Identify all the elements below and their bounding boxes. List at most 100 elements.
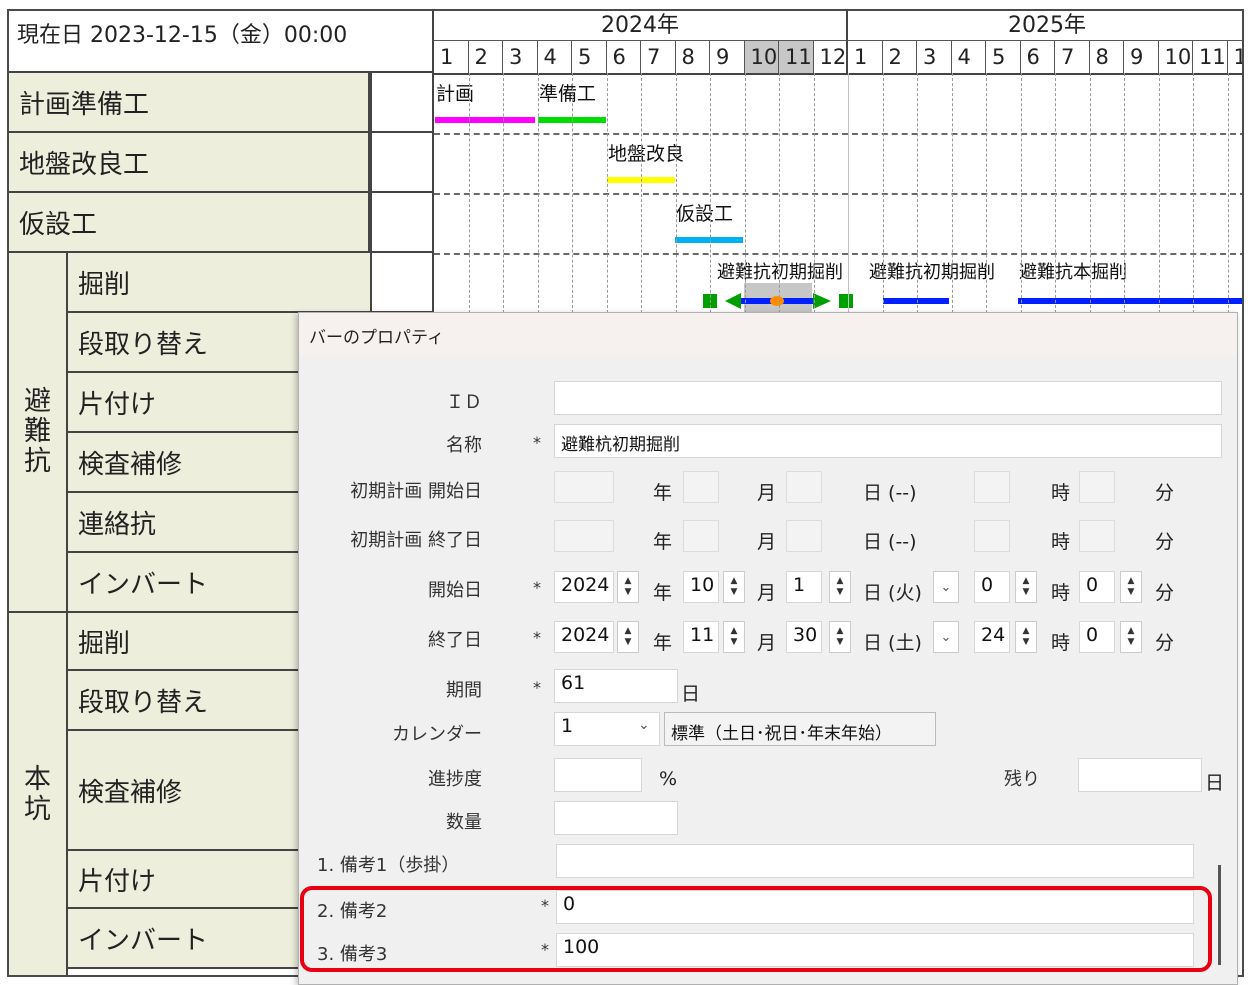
- period-field[interactable]: 61: [554, 669, 678, 703]
- grid-line: [1158, 73, 1160, 313]
- row-label: 片付け: [78, 389, 157, 420]
- end-hour-field[interactable]: 24: [974, 621, 1010, 653]
- label-name: 名称: [446, 435, 482, 456]
- initial-end-minute[interactable]: [1079, 520, 1115, 552]
- month-header-2024-3: 3: [503, 41, 538, 73]
- initial-start-month[interactable]: [683, 471, 719, 503]
- grid-line: [1020, 73, 1022, 313]
- initial-end-month[interactable]: [683, 520, 719, 552]
- name-field[interactable]: 避難杭初期掘削: [554, 424, 1222, 458]
- month-header-2024-1: 1: [434, 41, 469, 73]
- start-minute-field[interactable]: 0: [1079, 571, 1115, 603]
- end-weekday: 日 (土): [863, 632, 922, 654]
- bar-hinan-initial-2[interactable]: [883, 298, 949, 304]
- start-day-spinner[interactable]: ▲ ▼: [829, 571, 851, 603]
- unit-minute: 分: [1155, 632, 1175, 654]
- start-day-field[interactable]: 1: [786, 571, 822, 603]
- highlight-annotation-box: [300, 886, 1212, 972]
- dialog-title: バーのプロパティ: [299, 313, 1237, 357]
- unit-hour: 時: [1051, 582, 1071, 604]
- bar-label-hinan-main: 避難抗本掘削: [1019, 262, 1127, 283]
- end-day-field[interactable]: 30: [786, 621, 822, 653]
- unit-minute: 分: [1155, 582, 1175, 604]
- move-left-arrow[interactable]: [725, 293, 741, 309]
- month-header-2025-1: 1: [848, 41, 883, 73]
- row-label: 掘削: [78, 269, 131, 300]
- label-quantity: 数量: [446, 812, 482, 833]
- start-hour-field[interactable]: 0: [974, 571, 1010, 603]
- month-header-2025-10: 10: [1159, 41, 1193, 73]
- row-hinan-item[interactable]: 掘削: [68, 253, 370, 313]
- label-remaining: 残り: [1004, 769, 1040, 790]
- required-mark: *: [533, 628, 541, 647]
- bar-keikaku[interactable]: [435, 117, 535, 123]
- row-label: 連絡抗: [78, 509, 157, 540]
- bar-hinan-main[interactable]: [1018, 298, 1242, 304]
- end-hour-spinner[interactable]: ▲ ▼: [1015, 621, 1037, 653]
- grid-line: [848, 73, 849, 313]
- initial-start-minute[interactable]: [1079, 471, 1115, 503]
- start-weekday-dropdown[interactable]: ⌄: [933, 571, 959, 603]
- id-field[interactable]: [554, 381, 1222, 415]
- current-date-label: 現在日 2023-12-15（金）00:00: [9, 11, 434, 73]
- end-month-spinner[interactable]: ▲ ▼: [723, 621, 745, 653]
- end-minute-field[interactable]: 0: [1079, 621, 1115, 653]
- bar-hinan-initial-selected[interactable]: [703, 292, 853, 310]
- month-header-2024-2: 2: [469, 41, 503, 73]
- row-label: インバート: [78, 569, 209, 600]
- year-2024-header: 2024年: [434, 11, 848, 41]
- group-hon-ko[interactable]: 本坑: [9, 613, 68, 975]
- row-label: 検査補修: [78, 777, 183, 808]
- note1-field[interactable]: [556, 844, 1194, 878]
- start-minute-spinner[interactable]: ▲ ▼: [1120, 571, 1142, 603]
- month-header-2024-12: 12: [814, 41, 848, 73]
- bar-label-jiban: 地盤改良: [608, 143, 685, 165]
- bar-label-kasetsu: 仮設工: [676, 203, 734, 225]
- end-year-spinner[interactable]: ▲ ▼: [617, 621, 639, 653]
- move-right-arrow[interactable]: [813, 293, 831, 309]
- end-weekday-dropdown[interactable]: ⌄: [933, 621, 959, 653]
- dialog-scrollbar[interactable]: [1218, 865, 1221, 965]
- progress-marker[interactable]: [770, 296, 784, 306]
- month-header-2024-4: 4: [538, 41, 572, 73]
- end-year-field[interactable]: 2024: [554, 621, 614, 653]
- row-label: 掘削: [78, 628, 131, 659]
- initial-end-year[interactable]: [554, 520, 614, 552]
- month-header-2025-3: 3: [917, 41, 952, 73]
- remaining-field[interactable]: [1078, 758, 1202, 792]
- unit-month: 月: [757, 632, 777, 654]
- start-month-field[interactable]: 10: [683, 571, 719, 603]
- grid-line: [882, 73, 884, 313]
- row-kasetsu[interactable]: 仮設工: [9, 193, 370, 253]
- start-year-spinner[interactable]: ▲ ▼: [617, 571, 639, 603]
- unit-year: 年: [653, 482, 673, 504]
- chevron-down-icon[interactable]: ⌄: [638, 717, 650, 733]
- label-calendar: カレンダー: [392, 724, 482, 745]
- initial-end-hour[interactable]: [974, 520, 1010, 552]
- row-keikaku-junbi[interactable]: 計画準備工: [9, 73, 370, 133]
- initial-start-hour[interactable]: [974, 471, 1010, 503]
- row-jiban-kairyo[interactable]: 地盤改良工: [9, 133, 370, 193]
- label-period: 期間: [446, 680, 482, 701]
- start-month-spinner[interactable]: ▲ ▼: [723, 571, 745, 603]
- initial-start-day[interactable]: [786, 471, 822, 503]
- month-header-2025-6: 6: [1021, 41, 1055, 73]
- start-year-field[interactable]: 2024: [554, 571, 614, 603]
- month-header-2025-8: 8: [1090, 41, 1124, 73]
- row-label: 段取り替え: [78, 687, 209, 718]
- end-month-field[interactable]: 11: [683, 621, 719, 653]
- end-minute-spinner[interactable]: ▲ ▼: [1120, 621, 1142, 653]
- unit-hour: 時: [1051, 482, 1071, 504]
- end-day-spinner[interactable]: ▲ ▼: [829, 621, 851, 653]
- unit-month: 月: [757, 531, 777, 553]
- quantity-field[interactable]: [554, 801, 678, 835]
- progress-field[interactable]: [554, 758, 642, 792]
- initial-start-year[interactable]: [554, 471, 614, 503]
- resize-handle-right[interactable]: [839, 294, 853, 308]
- start-hour-spinner[interactable]: ▲ ▼: [1015, 571, 1037, 603]
- bar-kasetsu[interactable]: [675, 237, 743, 243]
- unit-year: 年: [653, 632, 673, 654]
- group-hinan-ko[interactable]: 避難抗: [9, 253, 68, 613]
- grid-line: [1227, 73, 1229, 313]
- initial-end-day[interactable]: [786, 520, 822, 552]
